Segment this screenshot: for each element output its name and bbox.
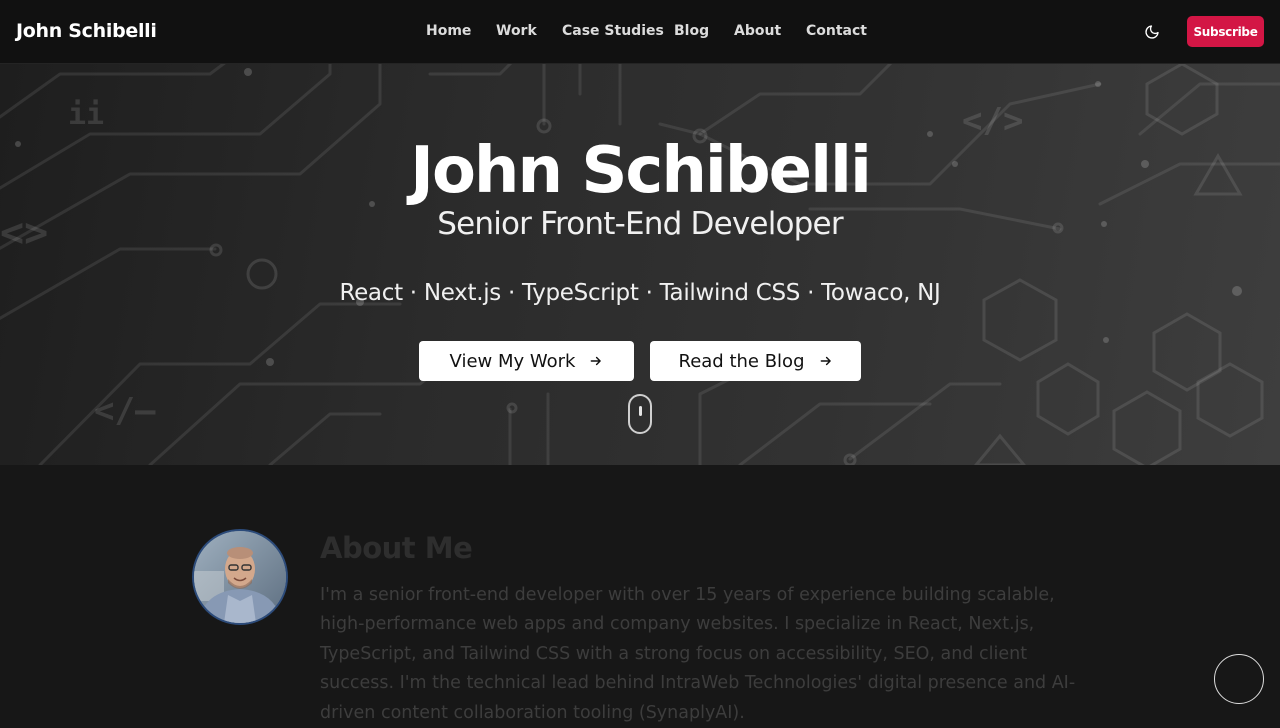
read-the-blog-label: Read the Blog bbox=[678, 350, 805, 372]
about-paragraph: I'm a senior front-end developer with ov… bbox=[320, 585, 1076, 723]
avatar bbox=[192, 529, 288, 625]
view-my-work-button[interactable]: View My Work bbox=[419, 341, 634, 381]
theme-toggle-button[interactable] bbox=[1140, 20, 1164, 44]
nav-work[interactable]: Work bbox=[496, 23, 537, 39]
nav-contact[interactable]: Contact bbox=[806, 23, 867, 39]
about-section: About Me I'm a senior front-end develope… bbox=[0, 465, 1280, 723]
mouse-scroll-icon[interactable] bbox=[628, 394, 652, 434]
top-navigation-bar: John Schibelli Home Work Case Studies Bl… bbox=[0, 0, 1280, 64]
about-heading: About Me bbox=[320, 531, 473, 565]
site-brand[interactable]: John Schibelli bbox=[16, 20, 157, 42]
arrow-right-icon bbox=[820, 356, 831, 366]
svg-text:</–: </– bbox=[94, 391, 156, 431]
nav-home[interactable]: Home bbox=[426, 23, 471, 39]
svg-text:ii: ii bbox=[68, 97, 104, 132]
hero-tech-stack: React · Next.js · TypeScript · Tailwind … bbox=[339, 280, 941, 306]
hero-role: Senior Front-End Developer bbox=[437, 206, 843, 242]
back-to-top-button[interactable] bbox=[1214, 654, 1264, 704]
read-the-blog-button[interactable]: Read the Blog bbox=[650, 341, 861, 381]
nav-about[interactable]: About bbox=[734, 23, 781, 39]
moon-icon bbox=[1145, 25, 1159, 39]
subscribe-button[interactable]: Subscribe bbox=[1187, 16, 1264, 47]
scroll-wheel-dot bbox=[639, 406, 642, 416]
hero-name: John Schibelli bbox=[410, 134, 872, 208]
arrow-right-icon bbox=[591, 356, 602, 366]
nav-blog[interactable]: Blog bbox=[674, 23, 709, 39]
nav-case-studies[interactable]: Case Studies bbox=[562, 23, 664, 39]
hero-section: </> </– ii <> John Schibelli Senior Fron… bbox=[0, 64, 1280, 465]
profile-photo bbox=[194, 531, 286, 623]
view-my-work-label: View My Work bbox=[449, 350, 576, 372]
